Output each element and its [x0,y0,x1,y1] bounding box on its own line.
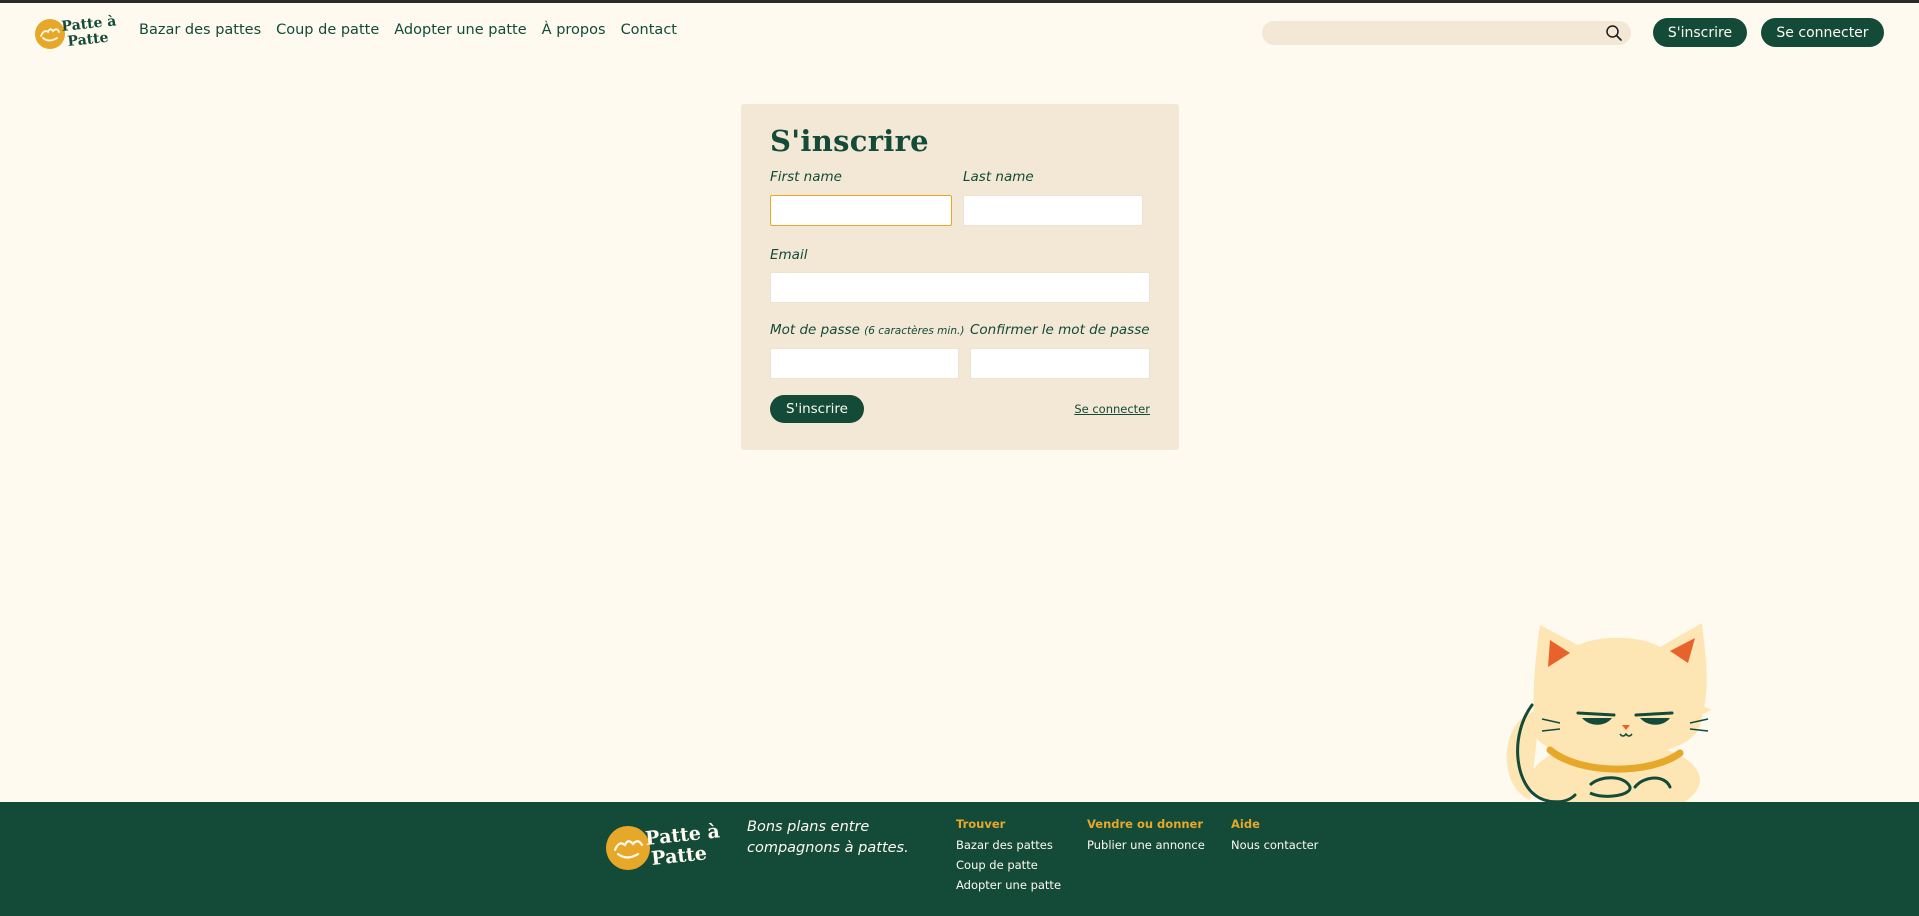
footer-column-title: Vendre ou donner [1087,817,1204,831]
nav-bazar-des-pattes[interactable]: Bazar des pattes [139,22,261,38]
search-input[interactable] [1262,21,1592,45]
site-header: Patte à Patte Bazar des pattes Coup de p… [0,3,1919,59]
footer-column-title: Aide [1231,817,1260,831]
footer-link-nous-contacter[interactable]: Nous contacter [1231,838,1318,852]
site-footer: Patte à Patte Bons plans entre compagnon… [0,802,1919,916]
password-input[interactable] [770,348,959,379]
svg-text:Patte: Patte [650,842,708,870]
footer-link-publier-une-annonce[interactable]: Publier une annonce [1087,838,1205,852]
signup-form: S'inscrire First name Last name Email Mo… [741,104,1179,450]
cat-illustration [1506,623,1712,818]
footer-paw-logo-icon: Patte à Patte [606,820,721,870]
form-title: S'inscrire [770,124,929,158]
password-hint: (6 caractères min.) [864,325,965,337]
nav-adopter-une-patte[interactable]: Adopter une patte [394,22,526,38]
logo-link[interactable]: Patte à Patte [35,12,121,52]
header-login-button[interactable]: Se connecter [1761,18,1884,47]
password-label-text: Mot de passe [770,322,860,338]
first-name-label: First name [770,169,842,185]
header-signup-button[interactable]: S'inscrire [1653,18,1747,47]
search-icon[interactable] [1605,24,1623,42]
footer-link-coup-de-patte[interactable]: Coup de patte [956,858,1061,872]
footer-logo-link[interactable]: Patte à Patte [606,818,721,873]
last-name-input[interactable] [963,195,1143,226]
email-label: Email [770,247,808,263]
search-bar [1262,21,1631,45]
nav-contact[interactable]: Contact [621,22,677,38]
login-link[interactable]: Se connecter [1074,402,1150,416]
nav-coup-de-patte[interactable]: Coup de patte [276,22,379,38]
confirm-password-input[interactable] [970,348,1150,379]
nav-a-propos[interactable]: À propos [542,22,606,38]
footer-link-bazar-des-pattes[interactable]: Bazar des pattes [956,838,1061,852]
first-name-input[interactable] [770,195,952,226]
footer-tagline: Bons plans entre compagnons à pattes. [747,819,909,856]
footer-column-title: Trouver [956,817,1006,831]
paw-logo-icon: Patte à Patte [35,13,117,50]
main-nav: Bazar des pattes Coup de patte Adopter u… [139,22,677,38]
footer-link-adopter-une-patte[interactable]: Adopter une patte [956,878,1061,892]
svg-text:Patte: Patte [67,30,110,50]
confirm-password-label: Confirmer le mot de passe [970,322,1150,338]
signup-submit-button[interactable]: S'inscrire [770,395,864,423]
last-name-label: Last name [963,169,1034,185]
footer-column-vendre: Vendre ou donner Publier une annonce [1087,817,1205,858]
footer-column-aide: Aide Nous contacter [1231,817,1318,858]
email-input[interactable] [770,272,1150,303]
password-label: Mot de passe (6 caractères min.) [770,322,964,338]
footer-column-trouver: Trouver Bazar des pattes Coup de patte A… [956,817,1061,898]
